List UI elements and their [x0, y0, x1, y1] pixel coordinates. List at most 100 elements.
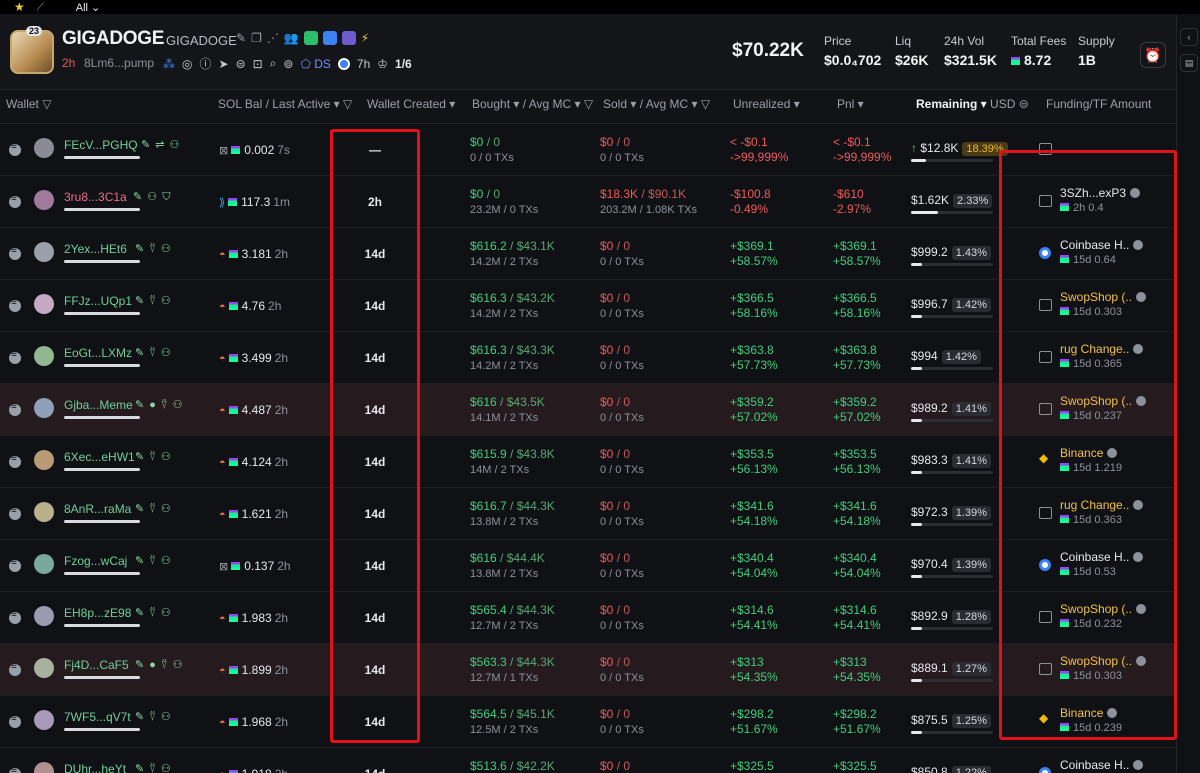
row-menu-icon[interactable] [9, 141, 21, 156]
row-menu-icon[interactable] [9, 765, 21, 773]
funding-cell[interactable]: Binance 15d 0.239 [1060, 706, 1122, 734]
table-row[interactable]: Fj4D...CaF5✎ ● ⍢ ⚇◓1.8992h14d$563.3 / $4… [0, 644, 1176, 696]
wallet-address[interactable]: 8AnR...raMa [64, 502, 131, 516]
row-menu-icon[interactable] [9, 453, 21, 468]
funding-cell[interactable]: Binance 15d 1.219 [1060, 446, 1122, 474]
funding-cell[interactable]: rug Change.. 15d 0.365 [1060, 342, 1144, 370]
table-row[interactable]: DUhr...heYt ✎ ⍢ ⚇ ◓ 1.9182h 14d $513.6 / $42.… [0, 748, 1176, 773]
table-row[interactable]: 2Yex...HEt6✎ ⍢ ⚇◓3.1812h14d$616.2 / $43.… [0, 228, 1176, 280]
col-unrealized[interactable]: Unrealized ▾ [733, 97, 800, 111]
table-row[interactable]: FEcV...PGHQ✎ ⇌ ⚇⊠0.0027s—$0 / 00 / 0 TXs… [0, 124, 1176, 176]
table-row[interactable]: EoGt...LXMz✎ ⍢ ⚇◓3.4992h14d$616.3 / $43.… [0, 332, 1176, 384]
col-pnl[interactable]: Pnl ▾ [837, 97, 864, 111]
col-wallet-created[interactable]: Wallet Created ▾ [367, 97, 455, 111]
wallet-address[interactable]: Fj4D...CaF5 [64, 658, 129, 672]
col-wallet[interactable]: Wallet ▽ [6, 97, 51, 111]
funding-cell[interactable]: Coinbase H.. 15d 0.53 [1060, 550, 1144, 578]
table-row[interactable]: FFJz...UQp1✎ ⍢ ⚇◓4.762h14d$616.3 / $43.2… [0, 280, 1176, 332]
wallet-action-icons[interactable]: ✎ ⍢ ⚇ [135, 294, 172, 308]
wallet-action-icons[interactable]: ✎ ⍢ ⚇ [135, 554, 172, 568]
bought-value: $0 [470, 187, 484, 201]
funding-cell[interactable]: Coinbase H.. [1060, 758, 1144, 773]
funding-cell[interactable]: SwopShop (.. 15d 0.303 [1060, 290, 1147, 318]
telegram-icon[interactable]: ➤ [219, 57, 229, 71]
wallet-action-icons[interactable]: ✎ ⍢ ⚇ [135, 606, 172, 620]
wallet-address[interactable]: Gjba...Meme [64, 398, 133, 412]
row-menu-icon[interactable] [9, 661, 21, 676]
wallet-address[interactable]: Fzog...wCaj [64, 554, 127, 568]
alarm-icon[interactable]: ⏰ [1140, 42, 1166, 68]
wallet-address[interactable]: 6Xec...eHW1 [64, 450, 135, 464]
wallet-action-icons[interactable]: ✎ ⍢ ⚇ [135, 762, 172, 773]
tag-green-icon[interactable] [303, 31, 318, 45]
wallet-action-icons[interactable]: ✎ ⍢ ⚇ [135, 502, 172, 516]
panel-icon[interactable]: ▤ [1180, 54, 1198, 72]
col-remaining[interactable]: Remaining ▾ USD ⊜ [916, 97, 1029, 111]
star-icon[interactable]: ★ [14, 1, 25, 13]
funding-cell[interactable]: SwopShop (.. 15d 0.237 [1060, 394, 1147, 422]
row-menu-icon[interactable] [9, 505, 21, 520]
wallet-address[interactable]: 7WF5...qV7t [64, 710, 131, 724]
search-icon[interactable]: ⌕ [270, 56, 277, 71]
table-row[interactable]: EH8p...zE98✎ ⍢ ⚇◓1.9832h14d$565.4 / $44.… [0, 592, 1176, 644]
funding-cell[interactable]: rug Change.. 15d 0.363 [1060, 498, 1144, 526]
row-menu-icon[interactable] [9, 349, 21, 364]
holders-icon[interactable]: 👥 [284, 31, 299, 45]
wallet-action-icons[interactable]: ✎ ⍢ ⚇ [135, 346, 172, 360]
col-funding[interactable]: Funding/TF Amount [1046, 97, 1151, 111]
wallet-address[interactable]: FFJz...UQp1 [64, 294, 132, 308]
funding-cell[interactable]: SwopShop (.. 15d 0.232 [1060, 602, 1147, 630]
info-icon[interactable]: ⓘ [199, 55, 211, 72]
wallet-action-icons[interactable]: ✎ ⍢ ⚇ [135, 710, 172, 724]
row-menu-icon[interactable] [9, 557, 21, 572]
table-row[interactable]: 3ru8...3C1a✎ ⚇ ⛉⟫117.31m2h$0 / 023.2M / … [0, 176, 1176, 228]
wallet-action-icons[interactable]: ✎ ⚇ ⛉ [133, 190, 171, 204]
col-sol-bal[interactable]: SOL Bal / Last Active ▾ ▽ [218, 97, 352, 111]
wallet-action-icons[interactable]: ✎ ⍢ ⚇ [135, 242, 172, 256]
share-icon[interactable]: ⋰ [267, 31, 279, 45]
filter-dropdown[interactable]: All ⌄ [76, 1, 101, 14]
row-menu-icon[interactable] [9, 401, 21, 416]
row-menu-icon[interactable] [9, 193, 21, 208]
table-row[interactable]: Fzog...wCaj✎ ⍢ ⚇⊠0.1372h14d$616 / $44.4K… [0, 540, 1176, 592]
dex-screener-link[interactable]: ⬠ DS [300, 57, 330, 71]
tag-purple-icon[interactable] [341, 31, 356, 45]
bought-txs: 13.8M / 2 TXs [470, 516, 539, 528]
wallet-address[interactable]: FEcV...PGHQ [64, 138, 138, 152]
toggle-icon[interactable]: ⊜ [1019, 97, 1029, 111]
token-address[interactable]: 8Lm6...pump [84, 56, 154, 70]
wallet-address[interactable]: EH8p...zE98 [64, 606, 131, 620]
holders-group-icon[interactable]: ⁂ [163, 57, 175, 71]
table-row[interactable]: Gjba...Meme✎ ● ⍢ ⚇◓4.4872h14d$616 / $43.… [0, 384, 1176, 436]
wallet-action-icons[interactable]: ✎ ● ⍢ ⚇ [135, 398, 184, 412]
funding-cell[interactable]: 3SZh...exP3 2h 0.4 [1060, 186, 1141, 214]
row-menu-icon[interactable] [9, 245, 21, 260]
tag-blue-icon[interactable] [322, 31, 337, 45]
copy-icon[interactable]: ❐ [251, 31, 262, 45]
table-row[interactable]: 7WF5...qV7t✎ ⍢ ⚇◓1.9682h14d$564.5 / $45.… [0, 696, 1176, 748]
col-bought[interactable]: Bought ▾ / Avg MC ▾ ▽ [472, 97, 593, 111]
bolt-icon[interactable]: ⚡ [361, 31, 369, 45]
table-row[interactable]: 6Xec...eHW1✎ ⍢ ⚇◓4.1242h14d$615.9 / $43.… [0, 436, 1176, 488]
edit-icon[interactable]: ✎ [236, 31, 246, 45]
mention-icon[interactable]: ⊚ [283, 57, 293, 71]
wallet-address[interactable]: EoGt...LXMz [64, 346, 132, 360]
chart-icon[interactable]: ⟋ [37, 2, 44, 13]
wallet-action-icons[interactable]: ✎ ● ⍢ ⚇ [135, 658, 184, 672]
row-menu-icon[interactable] [9, 713, 21, 728]
row-menu-icon[interactable] [9, 297, 21, 312]
chat-icon[interactable]: ⊡ [253, 57, 263, 71]
row-menu-icon[interactable] [9, 609, 21, 624]
funding-cell[interactable]: SwopShop (.. 15d 0.303 [1060, 654, 1147, 682]
wallet-address[interactable]: 3ru8...3C1a [64, 190, 127, 204]
col-sold[interactable]: Sold ▾ / Avg MC ▾ ▽ [603, 97, 710, 111]
globe-icon[interactable]: ◎ [182, 57, 192, 71]
funding-cell[interactable]: Coinbase H.. 15d 0.64 [1060, 238, 1144, 266]
wallet-action-icons[interactable]: ✎ ⍢ ⚇ [135, 450, 172, 464]
wallet-address[interactable]: DUhr...heYt [64, 762, 126, 773]
wallet-address[interactable]: 2Yex...HEt6 [64, 242, 127, 256]
hash-icon[interactable]: ⊜ [236, 57, 246, 71]
table-row[interactable]: 8AnR...raMa✎ ⍢ ⚇◓1.6212h14d$616.7 / $44.… [0, 488, 1176, 540]
collapse-icon[interactable]: ‹ [1180, 28, 1198, 46]
wallet-action-icons[interactable]: ✎ ⇌ ⚇ [141, 138, 180, 151]
